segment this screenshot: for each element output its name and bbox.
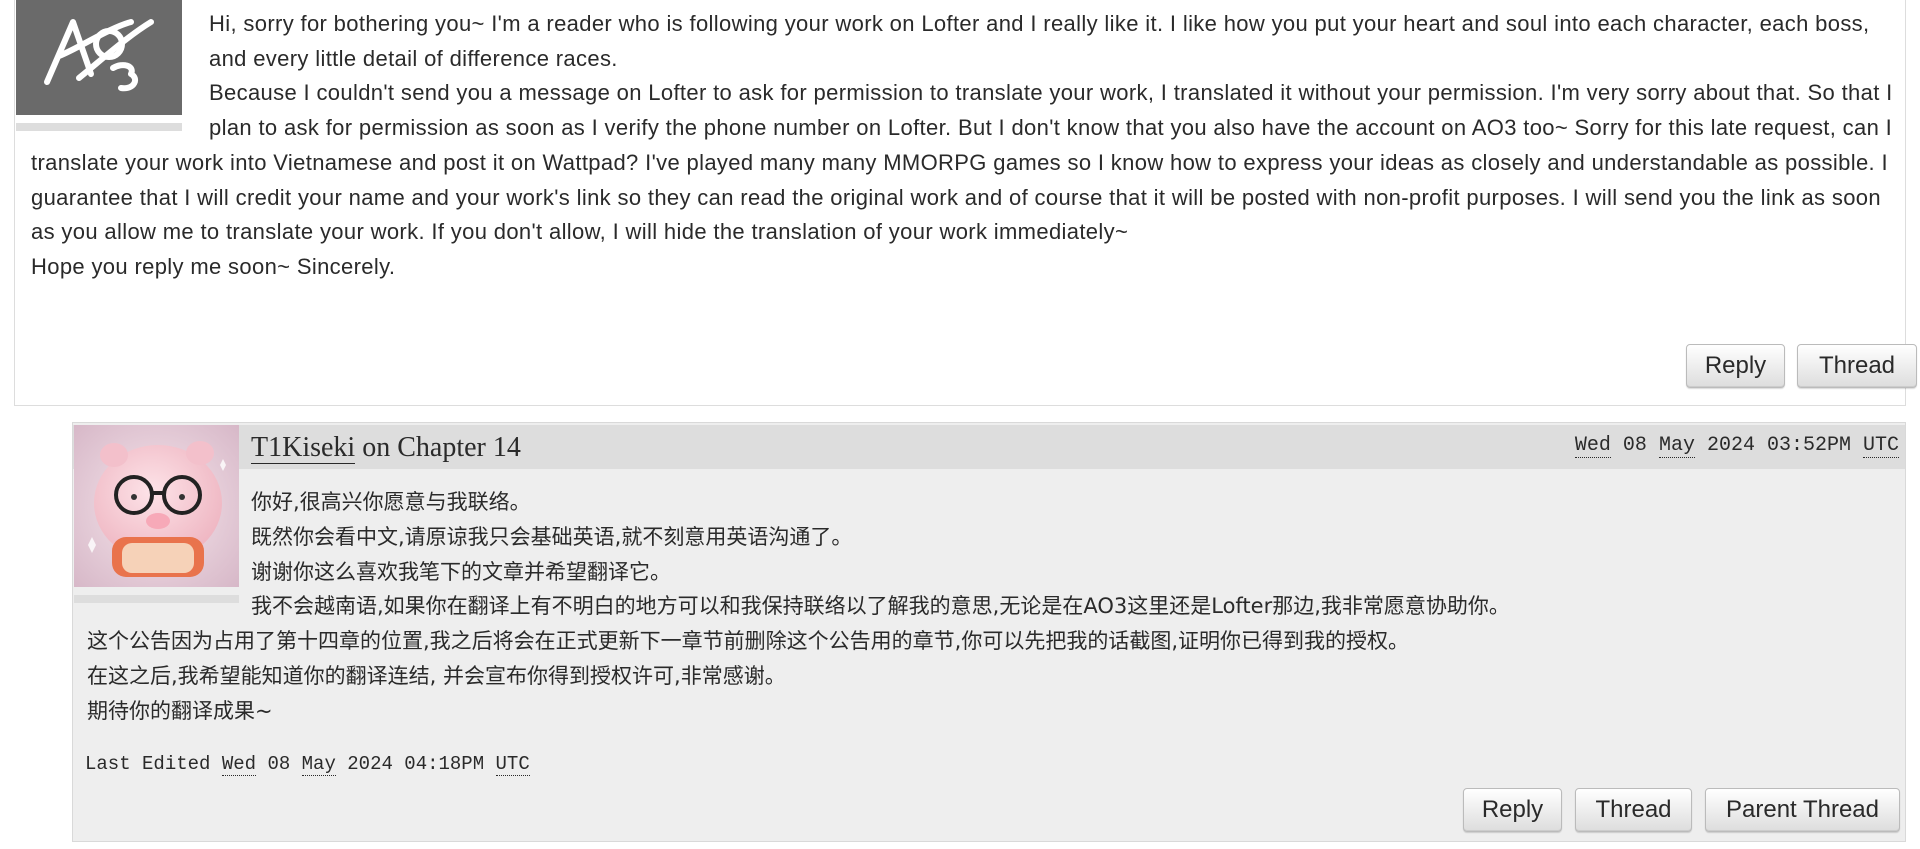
- date-month: May: [1658, 434, 1695, 458]
- comment-line: 你好,很高兴你愿意与我联络。: [251, 490, 531, 514]
- comment-2: T1Kiseki on Chapter 14 Wed 08 May 2024 0…: [72, 422, 1906, 842]
- comment-datetime: Wed 08 May 2024 03:52PM UTC: [1574, 433, 1899, 459]
- comment-body: 你好,很高兴你愿意与我联络。 既然你会看中文,请原谅我只会基础英语,就不刻意用英…: [87, 485, 1887, 729]
- edited-day: 08: [256, 753, 302, 775]
- parent-thread-button[interactable]: Parent Thread: [1705, 788, 1900, 832]
- edited-timezone: UTC: [495, 753, 530, 776]
- date-rest: 2024 03:52PM: [1694, 434, 1863, 457]
- comment-line: 这个公告因为占用了第十四章的位置,我之后将会在正式更新下一章节前删除这个公告用的…: [87, 629, 1410, 654]
- last-edited: Last Edited Wed 08 May 2024 04:18PM UTC: [85, 751, 530, 777]
- icon-float-spacer: [31, 7, 209, 127]
- comment-line: 既然你会看中文,请原谅我只会基础英语,就不刻意用英语沟通了。: [251, 524, 853, 549]
- reply-button[interactable]: Reply: [1686, 344, 1785, 388]
- edited-prefix: Last Edited: [85, 753, 222, 775]
- comment-byline: T1Kiseki on Chapter 14: [251, 429, 521, 467]
- date-timezone: UTC: [1862, 434, 1899, 458]
- comment-paragraph-3: Hope you reply me soon~ Sincerely.: [31, 253, 396, 279]
- thread-button[interactable]: Thread: [1797, 344, 1917, 388]
- date-weekday: Wed: [1574, 434, 1611, 458]
- edited-month: May: [301, 753, 336, 776]
- chapter-label: Chapter 14: [397, 432, 521, 463]
- comment-paragraph-1: Hi, sorry for bothering you~ I'm a reade…: [209, 11, 1876, 71]
- edited-rest: 2024 04:18PM: [335, 753, 496, 775]
- comment-paragraph-2: Because I couldn't send you a message on…: [31, 80, 1900, 245]
- reply-button[interactable]: Reply: [1463, 788, 1562, 832]
- comment-body: Hi, sorry for bothering you~ I'm a reade…: [31, 7, 1907, 285]
- comment-1: Hi, sorry for bothering you~ I'm a reade…: [14, 0, 1917, 406]
- comment-line: 在这之后,我希望能知道你的翻译连结, 并会宣布你得到授权许可,非常感谢。: [87, 663, 786, 688]
- comment-line: 我不会越南语,如果你在翻译上有不明白的地方可以和我保持联络以了解我的意思,无论是…: [251, 594, 1510, 619]
- comment-line: 谢谢你这么喜欢我笔下的文章并希望翻译它。: [251, 559, 671, 584]
- date-day: 08: [1610, 434, 1659, 457]
- comment-line: 期待你的翻译成果~: [87, 698, 273, 723]
- icon-float-spacer: [87, 485, 251, 601]
- thread-button[interactable]: Thread: [1575, 788, 1692, 832]
- byline-on: on: [355, 432, 398, 463]
- edited-weekday: Wed: [221, 753, 257, 776]
- author-link[interactable]: T1Kiseki: [251, 432, 356, 464]
